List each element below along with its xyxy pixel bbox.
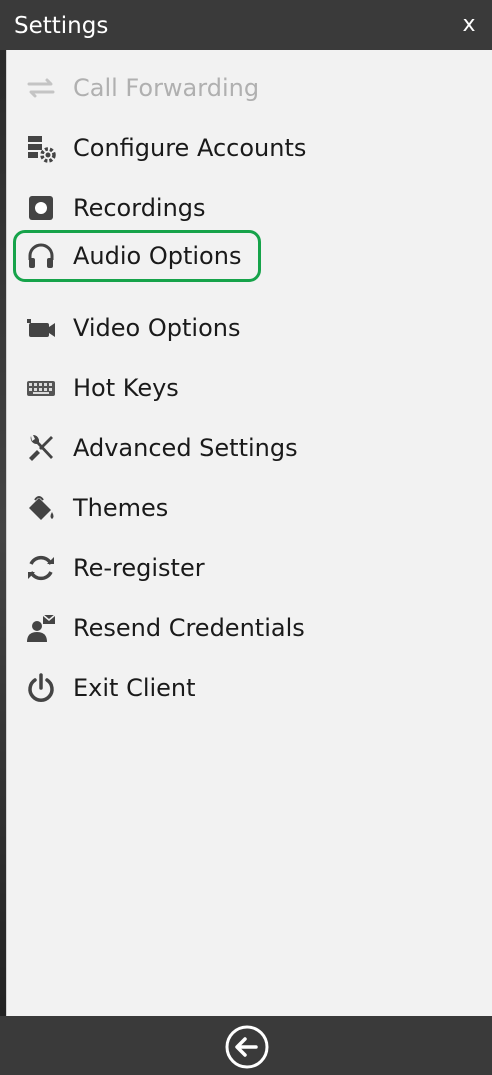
power-icon [25,672,57,704]
video-camera-icon [25,312,57,344]
menu-item-re-register[interactable]: Re-register [13,542,313,594]
paint-bucket-icon [25,492,57,524]
menu-item-label: Recordings [73,194,206,222]
menu-item-audio-options[interactable]: Audio Options [13,230,261,282]
back-arrow-icon[interactable] [224,1024,270,1070]
menu-item-exit-client[interactable]: Exit Client [13,662,313,714]
menu-item-label: Advanced Settings [73,434,298,462]
menu-item-label: Hot Keys [73,374,179,402]
title-bar: Settings x [0,0,492,50]
menu-item-advanced-settings[interactable]: Advanced Settings [13,422,313,474]
menu-item-label: Call Forwarding [73,74,260,102]
menu-item-themes[interactable]: Themes [13,482,313,534]
refresh-icon [25,552,57,584]
tools-icon [25,432,57,464]
window-title: Settings [14,13,109,39]
menu-item-label: Audio Options [73,242,242,270]
menu-item-label: Configure Accounts [73,134,307,162]
menu-item-call-forwarding: Call Forwarding [13,62,313,114]
menu-item-label: Resend Credentials [73,614,305,642]
bottom-bar [0,1016,492,1075]
call-forward-icon [25,72,57,104]
recordings-icon [25,192,57,224]
menu-item-hot-keys[interactable]: Hot Keys [13,362,313,414]
settings-menu: Call Forwarding Configure Accounts Recor… [6,50,492,1016]
menu-item-configure-accounts[interactable]: Configure Accounts [13,122,313,174]
resend-credentials-icon [25,612,57,644]
settings-window: Settings x Call Forwarding Configure Acc… [0,0,492,1075]
menu-item-label: Video Options [73,314,241,342]
headphones-icon [25,240,57,272]
configure-accounts-icon [25,132,57,164]
keyboard-icon [25,372,57,404]
menu-item-resend-credentials[interactable]: Resend Credentials [13,602,313,654]
menu-item-label: Themes [73,494,169,522]
menu-item-label: Exit Client [73,674,196,702]
close-button[interactable]: x [456,10,482,40]
menu-item-recordings[interactable]: Recordings [13,182,313,234]
menu-item-label: Re-register [73,554,205,582]
menu-item-video-options[interactable]: Video Options [13,302,313,354]
